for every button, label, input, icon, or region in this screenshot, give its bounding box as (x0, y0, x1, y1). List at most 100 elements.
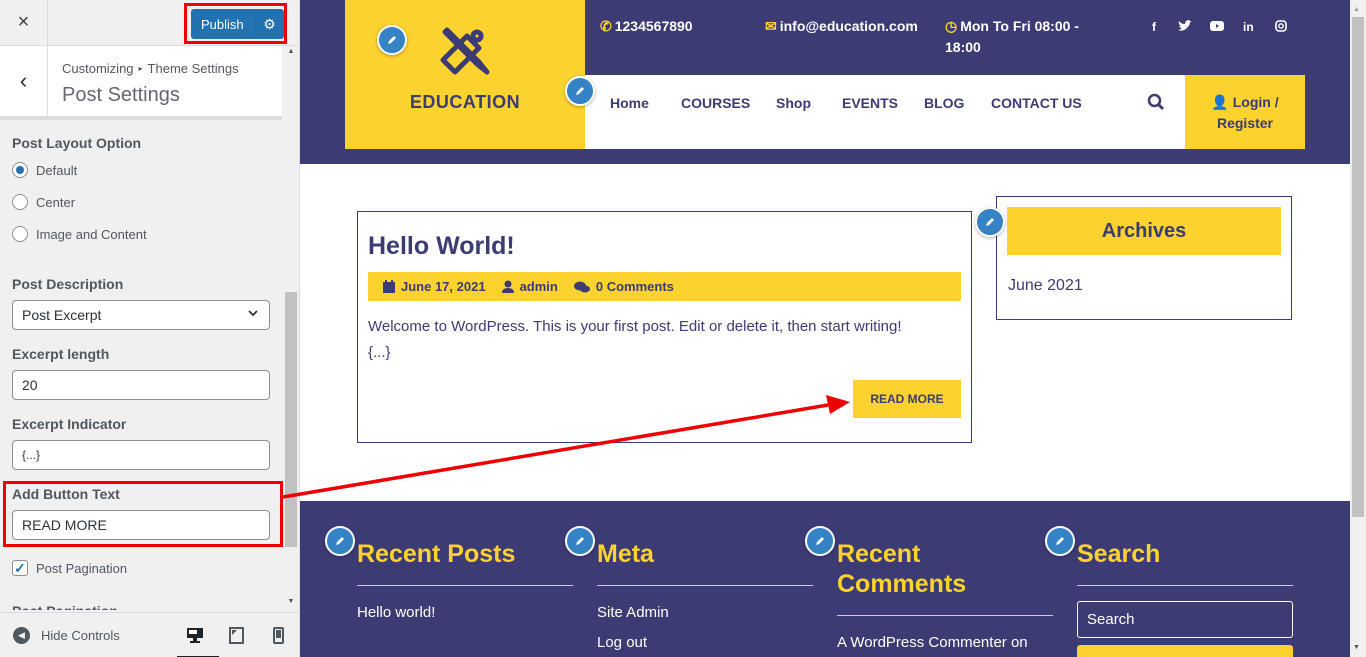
post-comments[interactable]: 0 Comments (573, 279, 674, 294)
post-title[interactable]: Hello World! (368, 232, 515, 261)
envelope-icon: ✉ (765, 18, 777, 34)
nav-courses[interactable]: COURSES (681, 95, 750, 111)
post-layout-label: Post Layout Option (12, 135, 142, 151)
topbar-email[interactable]: ✉ info@education.com (765, 18, 918, 35)
hours-line2: 18:00 (945, 39, 981, 55)
calendar-icon (383, 280, 395, 293)
instagram-icon[interactable] (1275, 20, 1287, 35)
edit-shortcut-recent-posts[interactable] (325, 526, 355, 556)
radio-center[interactable]: Center (12, 194, 75, 210)
footer-search-input[interactable]: Search (1077, 601, 1293, 638)
post-date-text: June 17, 2021 (401, 279, 486, 294)
section-title: Post Settings (62, 84, 180, 106)
publish-button[interactable]: Publish ⚙ (191, 9, 284, 39)
close-customizer-button[interactable]: × (0, 0, 48, 45)
login-register-button[interactable]: 👤 Login / Register (1185, 75, 1305, 149)
section-header: ‹ Customizing ▸ Theme Settings Post Settin… (0, 46, 282, 120)
nav-blog[interactable]: BLOG (924, 95, 964, 111)
edit-shortcut-menu[interactable] (565, 76, 595, 106)
facebook-icon[interactable]: f (1152, 20, 1156, 34)
nav-home[interactable]: Home (610, 95, 649, 111)
checkbox-label: Post Pagination (36, 560, 128, 576)
edit-shortcut-logo[interactable] (377, 25, 407, 55)
radio-button[interactable] (12, 226, 28, 242)
site-title: EDUCATION (409, 92, 521, 112)
back-button[interactable]: ‹ (0, 46, 48, 116)
scrollbar-thumb[interactable] (285, 292, 297, 547)
button-text-label: Add Button Text (12, 486, 120, 502)
nav-shop[interactable]: Shop (776, 95, 811, 111)
gear-icon[interactable]: ⚙ (255, 9, 283, 39)
excerpt-length-input[interactable]: 20 (12, 370, 270, 400)
radio-default[interactable]: Default (12, 162, 77, 178)
recent-comment-link[interactable]: A WordPress Commenter on (837, 634, 1028, 651)
nav-contact[interactable]: CONTACT US (991, 95, 1082, 111)
chevron-down-icon (247, 307, 259, 322)
radio-image-and-content[interactable]: Image and Content (12, 226, 147, 242)
scroll-up-arrow-icon[interactable]: ▲ (286, 48, 296, 58)
site-logo[interactable]: EDUCATION (345, 0, 585, 149)
phone-icon: ✆ (600, 18, 612, 34)
pencil-icon (576, 87, 584, 95)
mobile-preview-button[interactable] (267, 625, 289, 645)
site-header: EDUCATION ✆ 1234567890 ✉ info@education.co… (300, 0, 1350, 164)
archive-link[interactable]: June 2021 (1008, 277, 1083, 295)
hide-controls-button[interactable]: ◀ Hide Controls (13, 627, 120, 644)
youtube-icon[interactable] (1210, 20, 1224, 34)
archives-widget: Archives June 2021 (996, 196, 1292, 320)
edit-shortcut-archives[interactable] (975, 207, 1005, 237)
tablet-preview-button[interactable] (225, 625, 247, 645)
topbar-hours: ◷ Mon To Fri 08:00 - 18:00 (945, 16, 1079, 58)
scroll-down-arrow-icon[interactable]: ▼ (1353, 644, 1360, 651)
meta-link[interactable]: Log out (597, 634, 647, 651)
footer-widget-title: Recent Posts (357, 540, 516, 568)
scroll-down-arrow-icon[interactable]: ▼ (286, 598, 296, 608)
pencil-icon (816, 537, 824, 545)
pencil-icon (576, 537, 584, 545)
button-text-input[interactable]: READ MORE (12, 510, 270, 540)
register-label: Register (1216, 115, 1274, 131)
post-author[interactable]: admin (501, 279, 558, 294)
edit-shortcut-meta[interactable] (565, 526, 595, 556)
topbar-phone[interactable]: ✆ 1234567890 (600, 18, 693, 35)
excerpt-indicator: {...} (368, 344, 391, 361)
recent-post-link[interactable]: Hello world! (357, 604, 435, 621)
pencil-icon (1056, 537, 1064, 545)
mobile-icon (272, 626, 284, 644)
divider (1077, 585, 1293, 586)
nav-events[interactable]: EVENTS (842, 95, 898, 111)
post-description-select[interactable]: Post Excerpt (12, 300, 270, 330)
post-pagination-checkbox-row[interactable]: ✓ Post Pagination (12, 560, 127, 576)
preview-scrollbar[interactable]: ▲ ▼ (1350, 0, 1366, 657)
checkbox-checked[interactable]: ✓ (12, 560, 28, 576)
post-card: Hello World! June 17, 2021 admin 0 Comme… (357, 211, 972, 443)
desktop-preview-button[interactable] (177, 625, 219, 657)
linkedin-icon[interactable]: in (1243, 20, 1254, 34)
excerpt-indicator-input[interactable]: {...} (12, 440, 270, 470)
radio-label: Center (36, 194, 76, 210)
tablet-icon (228, 626, 244, 644)
edit-shortcut-search[interactable] (1045, 526, 1075, 556)
email-address: info@education.com (779, 18, 918, 34)
radio-button-checked[interactable] (12, 162, 28, 178)
scroll-up-arrow-icon[interactable]: ▲ (1353, 6, 1360, 13)
select-value: Post Excerpt (22, 307, 102, 323)
post-date[interactable]: June 17, 2021 (383, 279, 486, 294)
site-preview: EDUCATION ✆ 1234567890 ✉ info@education.co… (300, 0, 1350, 657)
footer-widget-title: Meta (597, 540, 654, 568)
sidebar-scrollbar[interactable]: ▲ ▼ (284, 46, 298, 610)
scrollbar-thumb[interactable] (1352, 17, 1364, 517)
footer-search-button[interactable] (1077, 645, 1293, 657)
meta-link[interactable]: Site Admin (597, 604, 669, 621)
footer-widget-title: Search (1077, 540, 1161, 568)
divider (837, 615, 1053, 616)
ruler-pencil-icon (437, 22, 493, 83)
twitter-icon[interactable] (1178, 20, 1192, 35)
edit-shortcut-recent-comments[interactable] (805, 526, 835, 556)
title-line1: Recent (837, 540, 921, 568)
search-icon[interactable] (1147, 93, 1165, 116)
radio-label: Image and Content (36, 226, 147, 242)
radio-label: Default (36, 162, 78, 178)
read-more-button[interactable]: READ MORE (853, 380, 961, 418)
radio-button[interactable] (12, 194, 28, 210)
